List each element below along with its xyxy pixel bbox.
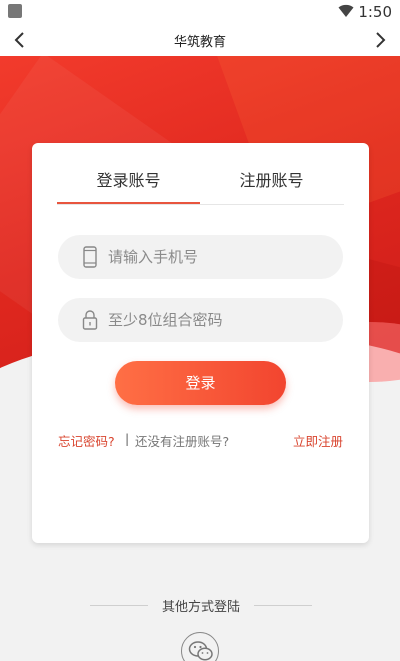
wechat-icon xyxy=(188,641,213,661)
lock-icon xyxy=(82,310,98,330)
login-button[interactable]: 登录 xyxy=(115,361,286,405)
phone-field[interactable] xyxy=(58,235,343,279)
other-login-divider: 其他方式登陆 xyxy=(90,596,312,616)
forward-arrow-icon[interactable] xyxy=(370,30,390,50)
divider-line xyxy=(254,605,312,606)
page-title: 华筑教育 xyxy=(173,35,226,50)
nav-bar: 华筑教育 xyxy=(0,24,400,56)
login-card: 登录账号 注册账号 登录 忘记密码? | 还没有注册账号? xyxy=(32,143,369,543)
auth-links: 忘记密码? | 还没有注册账号? 立即注册 xyxy=(58,431,343,449)
wechat-login-button[interactable] xyxy=(181,632,219,661)
status-time: 1:50 xyxy=(358,3,392,21)
password-field[interactable] xyxy=(58,298,343,342)
tab-login[interactable]: 登录账号 xyxy=(57,167,200,191)
tab-register[interactable]: 注册账号 xyxy=(200,167,343,191)
login-page: 1:50 华筑教育 登录账号 注册账号 请输入手机号 登录 忘记密码? | 还没… xyxy=(0,0,400,661)
phone-icon xyxy=(83,246,97,268)
status-bar: 1:50 xyxy=(0,0,400,24)
link-separator: | xyxy=(125,431,130,446)
tab-bar: 登录账号 注册账号 xyxy=(57,143,344,205)
no-account-text: 还没有注册账号? xyxy=(135,434,230,449)
forgot-password-link[interactable]: 忘记密码? xyxy=(58,431,115,450)
phone-input[interactable] xyxy=(108,235,328,279)
register-now-link[interactable]: 立即注册 xyxy=(293,431,343,450)
notification-icon xyxy=(8,4,22,18)
wifi-icon xyxy=(338,4,354,17)
password-input[interactable] xyxy=(108,298,328,342)
tab-active-indicator xyxy=(57,202,200,204)
